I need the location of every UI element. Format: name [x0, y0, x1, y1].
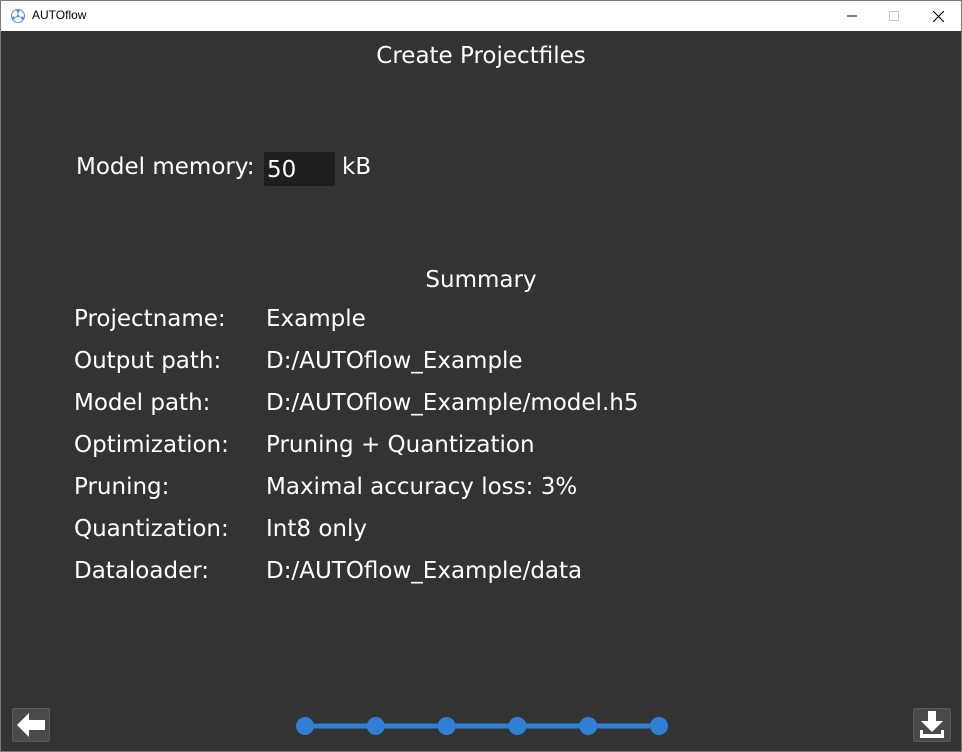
- summary-key: Projectname:: [74, 306, 226, 332]
- stepper-step-5: [579, 717, 598, 735]
- maximize-icon: [889, 11, 899, 21]
- model-memory-input[interactable]: [264, 152, 335, 186]
- summary-key: Quantization:: [74, 516, 229, 542]
- stepper-step-4: [508, 717, 527, 735]
- window-title: AUTOflow: [32, 8, 87, 22]
- stepper-step-6: [650, 717, 668, 735]
- download-button[interactable]: [913, 708, 951, 742]
- summary-value: D:/AUTOflow_Example/model.h5: [266, 390, 639, 416]
- back-button[interactable]: [12, 708, 50, 742]
- title-bar[interactable]: AUTOflow: [1, 1, 961, 31]
- progress-stepper: [296, 717, 668, 735]
- minimize-button[interactable]: [829, 1, 875, 31]
- summary-title: Summary: [425, 267, 537, 293]
- summary-value: Pruning + Quantization: [266, 432, 535, 458]
- download-icon: [920, 711, 944, 738]
- summary-key: Optimization:: [74, 432, 229, 458]
- summary-key: Dataloader:: [74, 558, 210, 584]
- close-button[interactable]: [915, 1, 961, 31]
- stepper-step-3: [437, 717, 456, 735]
- summary-key: Model path:: [74, 390, 211, 416]
- maximize-button[interactable]: [871, 1, 917, 31]
- arrow-left-icon: [17, 713, 45, 737]
- stepper-step-1: [296, 717, 314, 735]
- model-memory-unit: kB: [342, 154, 372, 180]
- stepper-step-2: [366, 717, 385, 735]
- summary-value: Maximal accuracy loss: 3%: [266, 474, 578, 500]
- model-memory-label: Model memory:: [76, 154, 255, 180]
- page-title: Create Projectfiles: [376, 43, 586, 69]
- close-icon: [932, 10, 944, 22]
- summary-value: D:/AUTOflow_Example: [266, 348, 523, 374]
- app-logo-icon: [11, 9, 25, 23]
- summary-key: Pruning:: [74, 474, 170, 500]
- summary-value: D:/AUTOflow_Example/data: [266, 558, 583, 584]
- minimize-icon: [847, 15, 857, 17]
- summary-value: Int8 only: [266, 516, 367, 542]
- app-window: AUTOflow Create Projectfiles Model memor…: [0, 0, 962, 752]
- summary-key: Output path:: [74, 348, 222, 374]
- summary-value: Example: [266, 306, 366, 332]
